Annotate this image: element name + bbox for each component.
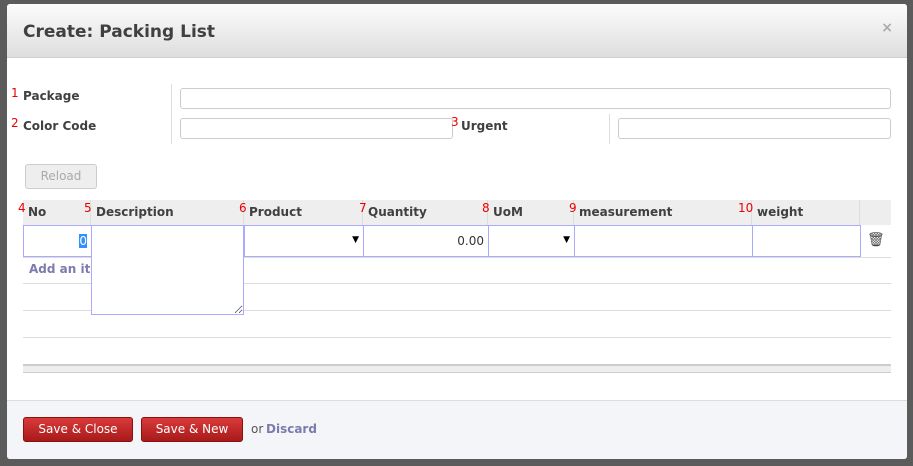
table-footer (23, 364, 891, 373)
column-header-weight[interactable]: weight (752, 200, 860, 225)
column-number: 9 (569, 201, 577, 215)
header-label: No (28, 205, 47, 219)
dialog-header: Create: Packing List × (7, 4, 907, 58)
dropdown-arrow-icon: ▼ (563, 235, 570, 245)
column-number: 10 (738, 201, 754, 215)
uom-select[interactable]: ▼ (488, 225, 575, 257)
header-label: Product (249, 205, 302, 219)
close-icon[interactable]: × (881, 20, 893, 36)
header-label: UoM (493, 205, 523, 219)
color-code-input[interactable] (180, 118, 453, 139)
product-select[interactable]: ▼ (244, 225, 364, 257)
header-label: weight (757, 205, 804, 219)
measurement-input[interactable] (574, 225, 753, 257)
or-text: or (251, 422, 264, 436)
header-label: Quantity (368, 205, 427, 219)
column-header-uom[interactable]: UoM (488, 200, 574, 225)
dialog-title: Create: Packing List (23, 22, 216, 42)
package-label: Package (23, 89, 80, 103)
column-header-measurement[interactable]: measurement (574, 200, 752, 225)
divider (171, 84, 172, 144)
header-label: Description (96, 205, 174, 219)
reload-button[interactable]: Reload (25, 164, 97, 189)
description-textarea[interactable] (91, 225, 244, 315)
color-code-label: Color Code (23, 119, 97, 133)
quantity-value: 0.00 (457, 234, 484, 248)
create-packing-list-dialog: Create: Packing List × 1 Package 2 Color… (7, 4, 907, 459)
save-close-button[interactable]: Save & Close (23, 417, 133, 442)
no-input[interactable]: 0 (23, 225, 92, 257)
urgent-label: Urgent (461, 119, 508, 133)
weight-input[interactable] (752, 225, 861, 257)
trash-icon[interactable]: 🗑 (867, 232, 885, 248)
row-divider (23, 337, 891, 338)
urgent-input[interactable] (618, 118, 891, 139)
field-number: 3 (451, 115, 459, 129)
quantity-input[interactable]: 0.00 (363, 225, 489, 257)
field-number: 1 (11, 86, 19, 100)
package-input[interactable] (180, 88, 891, 109)
column-number: 4 (18, 201, 26, 215)
column-number: 7 (359, 201, 367, 215)
divider (609, 114, 610, 144)
discard-link[interactable]: Discard (266, 422, 317, 436)
column-header-no[interactable]: No (23, 200, 91, 225)
no-value: 0 (79, 234, 87, 248)
column-number: 5 (84, 201, 92, 215)
column-header-actions (860, 200, 891, 225)
column-header-product[interactable]: Product (244, 200, 363, 225)
dropdown-arrow-icon: ▼ (352, 235, 359, 245)
column-header-description[interactable]: Description (91, 200, 244, 225)
field-number: 2 (11, 116, 19, 130)
save-new-button[interactable]: Save & New (141, 417, 243, 442)
column-header-quantity[interactable]: Quantity (363, 200, 488, 225)
column-number: 8 (482, 201, 490, 215)
header-label: measurement (579, 205, 673, 219)
column-number: 6 (239, 201, 247, 215)
